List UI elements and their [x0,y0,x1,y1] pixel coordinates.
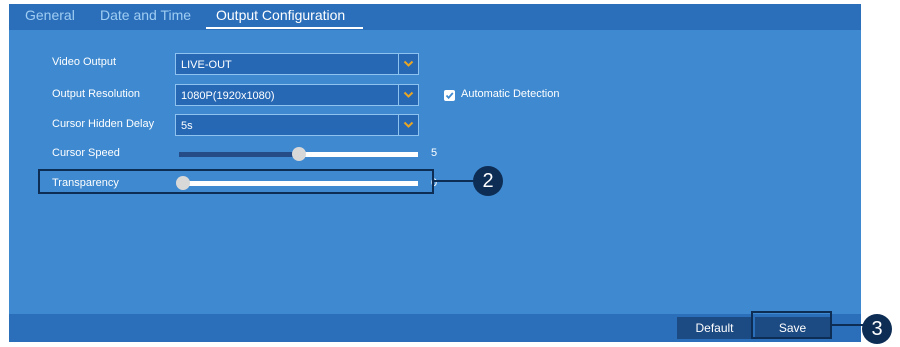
tab-bar: General Date and Time Output Configurati… [9,4,861,30]
cursor-hidden-delay-value: 5s [181,120,193,132]
cursor-hidden-delay-dropdown-button[interactable] [398,115,418,135]
callout-3-marker: 3 [862,314,892,344]
cursor-hidden-delay-select[interactable]: 5s [175,114,419,136]
video-output-dropdown-button[interactable] [398,54,418,74]
cursor-speed-label: Cursor Speed [52,147,120,159]
automatic-detection-label: Automatic Detection [461,88,560,100]
cursor-speed-slider-fill [179,152,299,157]
callout-2-marker: 2 [473,166,503,196]
cursor-speed-slider[interactable] [179,147,418,161]
footer-bar: Default Save [9,314,861,342]
transparency-highlight-box [38,169,434,194]
tab-general[interactable]: General [25,7,75,23]
chevron-down-icon [403,60,414,67]
cursor-speed-slider-track-rest [299,152,418,157]
output-resolution-dropdown-button[interactable] [398,85,418,105]
save-button-highlight [751,311,832,339]
video-output-select[interactable]: LIVE-OUT [175,53,419,75]
checkmark-icon [445,92,454,100]
tab-output-configuration[interactable]: Output Configuration [216,7,345,23]
output-resolution-value: 1080P(1920x1080) [181,90,275,102]
chevron-down-icon [403,121,414,128]
cursor-speed-value: 5 [431,147,438,159]
output-resolution-select[interactable]: 1080P(1920x1080) [175,84,419,106]
video-output-value: LIVE-OUT [181,59,232,71]
default-button[interactable]: Default [677,317,752,339]
output-resolution-label: Output Resolution [52,88,141,100]
chevron-down-icon [403,91,414,98]
tab-date-and-time[interactable]: Date and Time [100,7,191,23]
active-tab-indicator [206,27,363,29]
automatic-detection-checkbox[interactable] [444,90,455,101]
cursor-speed-slider-thumb[interactable] [292,147,306,161]
callout-3-line [831,324,865,326]
video-output-label: Video Output [52,56,117,68]
cursor-hidden-delay-label: Cursor Hidden Delay [52,118,155,130]
